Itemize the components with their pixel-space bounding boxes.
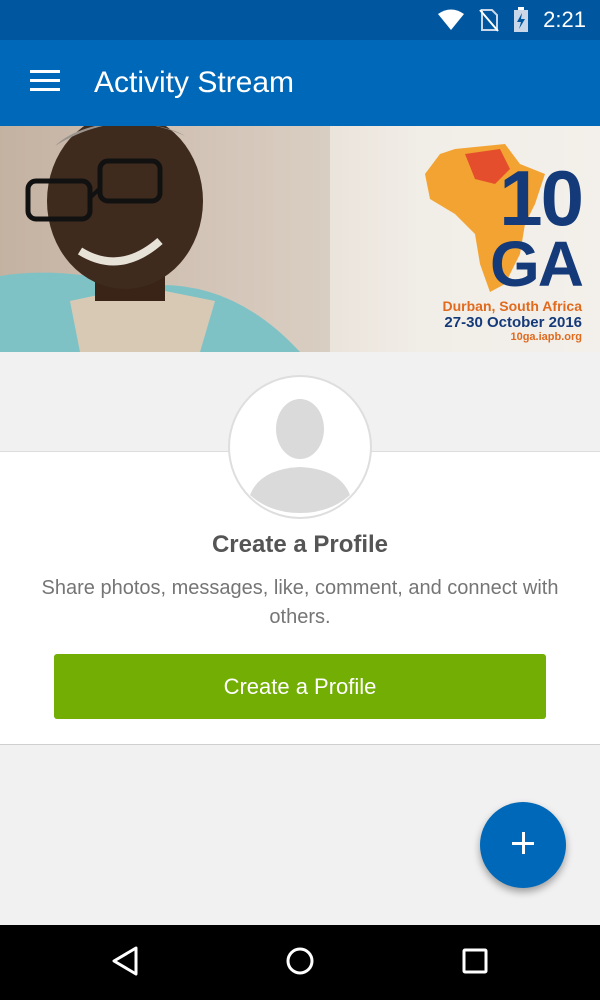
back-button[interactable] (95, 937, 155, 989)
card-description: Share photos, messages, like, comment, a… (41, 577, 559, 628)
wifi-icon (437, 9, 465, 31)
conference-info: 10 GA Durban, South Africa 27-30 October… (442, 154, 584, 343)
conference-banner: 10 GA Durban, South Africa 27-30 October… (0, 126, 600, 352)
conference-dates: 27-30 October 2016 (444, 314, 582, 331)
logo-number: 10 (499, 154, 584, 242)
plus-icon (511, 831, 535, 860)
page-title: Activity Stream (94, 66, 295, 99)
recents-button[interactable] (445, 937, 505, 989)
status-bar: 2:21 (0, 0, 600, 40)
conference-url: 10ga.iapb.org (510, 331, 582, 343)
add-post-fab[interactable] (480, 802, 566, 888)
system-nav-bar (0, 925, 600, 1000)
hamburger-menu-icon (30, 69, 60, 97)
home-button[interactable] (270, 937, 330, 989)
default-avatar-icon (230, 377, 370, 517)
card-title: Create a Profile (211, 531, 389, 558)
back-icon (111, 946, 139, 981)
conference-location: Durban, South Africa (442, 298, 583, 314)
battery-charging-icon (513, 7, 529, 33)
menu-button[interactable] (0, 40, 90, 126)
home-icon (285, 946, 315, 981)
recents-icon (461, 947, 489, 980)
create-profile-button[interactable]: Create a Profile (54, 654, 546, 719)
no-sim-icon (479, 8, 499, 32)
app-bar: Activity Stream (0, 40, 600, 126)
status-time: 2:21 (543, 7, 586, 32)
logo-letters: GA (490, 228, 584, 300)
